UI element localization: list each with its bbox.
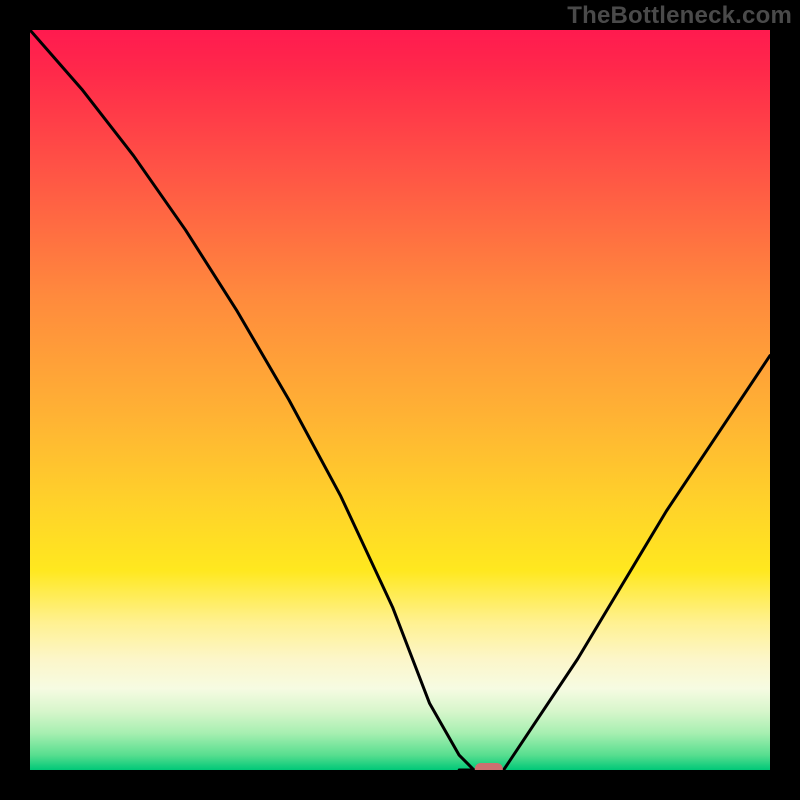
watermark-text: TheBottleneck.com: [567, 2, 792, 30]
curve-right-branch: [459, 356, 770, 770]
minimum-marker: [475, 763, 503, 770]
chart-container: TheBottleneck.com: [0, 0, 800, 800]
plot-area: [30, 30, 770, 770]
curve-layer: [30, 30, 770, 770]
curve-left-branch: [30, 30, 474, 770]
